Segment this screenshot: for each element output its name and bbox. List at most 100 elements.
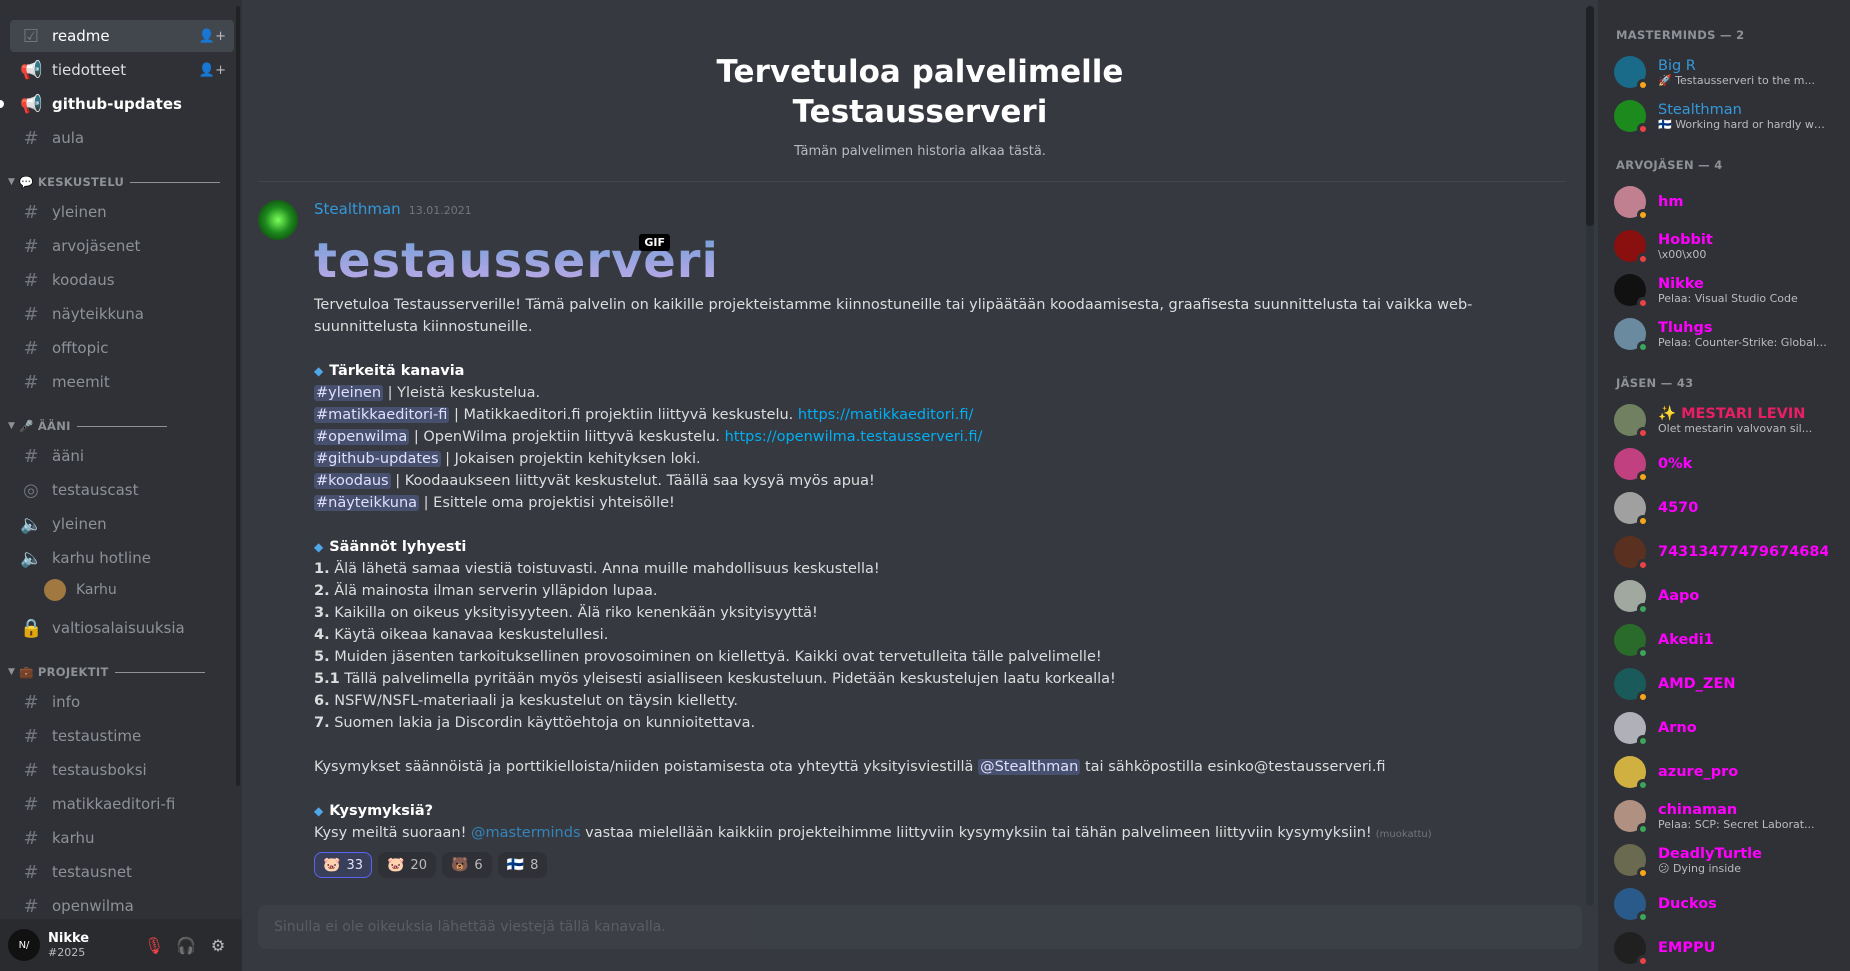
category-divider (76, 425, 167, 427)
reaction[interactable]: 🐻 6 (441, 852, 492, 878)
user-info[interactable]: Nikke #2025 (48, 931, 138, 959)
category-divider (130, 181, 221, 183)
channel-mention[interactable]: #yleinen (314, 385, 384, 401)
pig-emoji-icon: 🐷 (386, 857, 405, 873)
voice-user-karhu[interactable]: Karhu (44, 576, 242, 604)
line-text: | Matikkaeditori.fi projektiin liittyvä … (449, 407, 798, 423)
avatar[interactable] (258, 200, 298, 240)
rule-line: 4. Käytä oikeaa kanavaa keskustelullesi. (314, 624, 1494, 646)
member-item[interactable]: chinaman Pelaa: SCP: Secret Laborat... (1614, 794, 1842, 838)
link[interactable]: https://openwilma.testausserveri.fi/ (725, 429, 983, 445)
microphone-icon: 🎤 (19, 419, 34, 433)
member-item[interactable]: hm (1614, 180, 1842, 224)
reaction[interactable]: 🐷 20 (377, 852, 436, 878)
category-aani[interactable]: ▼ 🎤 ÄÄNI (8, 414, 234, 438)
invite-icon[interactable]: 👤+ (199, 29, 226, 44)
channel-mention[interactable]: #koodaus (314, 473, 391, 489)
member-item[interactable]: 743134774796746842 (1614, 530, 1842, 574)
channel-list: ☑ readme 👤+ 📢 tiedotteet 👤+ 📢 github-upd… (0, 0, 242, 919)
channel-testausboksi[interactable]: # testausboksi (10, 754, 234, 786)
section-heading-channels: ◆ Tärkeitä kanavia (314, 360, 1494, 382)
voice-channel-karhu-hotline[interactable]: 🔈 karhu hotline (10, 542, 234, 574)
gif-embed[interactable]: testausserveri GIF (314, 228, 718, 294)
member-info: Akedi1 (1658, 632, 1828, 648)
scrollbar-thumb[interactable] (1586, 6, 1594, 226)
status-indicator (1637, 691, 1649, 703)
channel-testausnet[interactable]: # testausnet (10, 856, 234, 888)
voice-user-name: Karhu (76, 582, 117, 598)
channel-tiedotteet[interactable]: 📢 tiedotteet 👤+ (10, 54, 234, 86)
member-item[interactable]: Tluhgs Pelaa: Counter-Strike: Global ... (1614, 312, 1842, 356)
category-projektit[interactable]: ▼ 💼 PROJEKTIT (8, 660, 234, 684)
channel-mention[interactable]: #matikkaeditori-fi (314, 407, 450, 423)
member-item[interactable]: Stealthman 🇫🇮 Working hard or hardly wo..… (1614, 94, 1842, 138)
hash-icon: # (23, 371, 39, 393)
channel-readme[interactable]: ☑ readme 👤+ (10, 20, 234, 52)
category-keskustelu[interactable]: ▼ 💬 KESKUSTELU (8, 170, 234, 194)
channel-name: readme (52, 27, 110, 45)
channel-openwilma[interactable]: # openwilma (10, 890, 234, 919)
channel-koodaus[interactable]: # koodaus (10, 264, 234, 296)
channel-testauscast[interactable]: ◎ testauscast (10, 474, 234, 506)
message-author[interactable]: Stealthman (314, 200, 401, 218)
avatar (1614, 624, 1649, 659)
member-name: 0%k (1658, 456, 1693, 472)
chat-scrollbar[interactable] (1586, 6, 1594, 906)
member-item[interactable]: AMD_ZEN (1614, 662, 1842, 706)
member-item[interactable]: azure_pro (1614, 750, 1842, 794)
member-status: Olet mestarin valvovan sil... (1658, 422, 1813, 435)
reaction[interactable]: 🐷 33 (314, 852, 372, 878)
channel-karhu[interactable]: # karhu (10, 822, 234, 854)
channel-mention[interactable]: #openwilma (314, 429, 410, 445)
avatar[interactable]: N/ (8, 929, 40, 961)
channel-meemit[interactable]: # meemit (10, 366, 234, 398)
role-mention[interactable]: @masterminds (471, 825, 580, 841)
link[interactable]: https://matikkaeditori.fi/ (798, 407, 973, 423)
member-item[interactable]: Arno (1614, 706, 1842, 750)
member-item[interactable]: Akedi1 (1614, 618, 1842, 662)
member-status: Pelaa: Counter-Strike: Global ... (1658, 335, 1828, 349)
sidebar-scrollbar[interactable] (236, 6, 240, 786)
channel-yleinen[interactable]: # yleinen (10, 196, 234, 228)
rule-text: Älä lähetä samaa viestiä toistuvasti. An… (329, 561, 880, 577)
member-item[interactable]: EMPPU (1614, 926, 1842, 970)
status-indicator (1637, 735, 1649, 747)
headphones-icon[interactable]: 🎧 (170, 936, 202, 955)
reaction[interactable]: 🇫🇮 8 (497, 852, 548, 878)
member-item[interactable]: DeadlyTurtle 😕 Dying inside (1614, 838, 1842, 882)
channel-nayteikkuna[interactable]: # näyteikkuna (10, 298, 234, 330)
channel-aani[interactable]: # ääni (10, 440, 234, 472)
channel-github-updates[interactable]: 📢 github-updates (0, 88, 234, 120)
avatar (1614, 712, 1649, 747)
channel-mention[interactable]: #github-updates (314, 451, 441, 467)
member-list: MASTERMINDS — 2 Big R 🚀 Testausserveri to… (1598, 0, 1850, 971)
channel-info[interactable]: # info (10, 686, 234, 718)
member-info: Hobbit \x00\x00 (1658, 232, 1828, 261)
member-item[interactable]: ✨ MESTARI LEVIN Olet mestarin valvovan si… (1614, 398, 1842, 442)
member-item[interactable]: Hobbit \x00\x00 (1614, 224, 1842, 268)
member-item[interactable]: Nikke Pelaa: Visual Studio Code (1614, 268, 1842, 312)
member-item[interactable]: 0%k (1614, 442, 1842, 486)
channel-valtiosalaisuuksia[interactable]: 🔒 valtiosalaisuuksia (10, 612, 234, 644)
member-name: Duckos (1658, 896, 1717, 912)
invite-icon[interactable]: 👤+ (199, 63, 226, 78)
user-mention[interactable]: @Stealthman (978, 759, 1081, 775)
gear-icon[interactable]: ⚙ (202, 936, 234, 955)
channel-arvojasenet[interactable]: # arvojäsenet (10, 230, 234, 262)
member-item[interactable]: Big R 🚀 Testausserveri to the m... (1614, 50, 1842, 94)
member-info: Stealthman 🇫🇮 Working hard or hardly wo..… (1658, 102, 1828, 131)
member-item[interactable]: 4570 (1614, 486, 1842, 530)
channel-offtopic[interactable]: # offtopic (10, 332, 234, 364)
member-item[interactable]: Duckos (1614, 882, 1842, 926)
mute-icon[interactable]: 🎙 (138, 936, 170, 955)
reaction-count: 33 (346, 857, 363, 873)
voice-channel-yleinen[interactable]: 🔈 yleinen (10, 508, 234, 540)
welcome-title-line-1: Tervetuloa palvelimelle (716, 54, 1124, 90)
channel-matikkaeditori-fi[interactable]: # matikkaeditori-fi (10, 788, 234, 820)
member-item[interactable]: Aapo (1614, 574, 1842, 618)
channel-mention[interactable]: #näyteikkuna (314, 495, 420, 511)
channel-name: ääni (52, 447, 85, 465)
channel-aula[interactable]: # aula (10, 122, 234, 154)
channel-line: #github-updates | Jokaisen projektin keh… (314, 448, 1494, 470)
channel-testaustime[interactable]: # testaustime (10, 720, 234, 752)
